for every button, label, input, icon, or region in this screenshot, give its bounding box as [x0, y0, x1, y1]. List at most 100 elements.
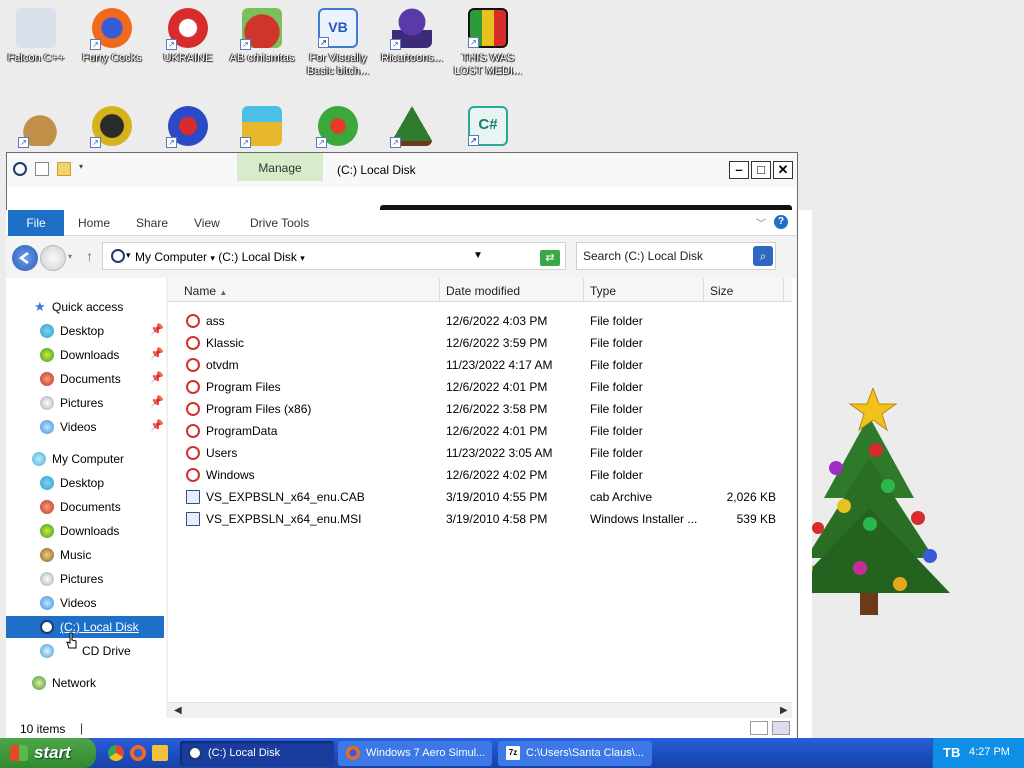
forward-button[interactable] — [40, 245, 66, 271]
back-arrow-icon — [18, 251, 29, 265]
desktop-icon-tree[interactable]: ↗ — [376, 106, 448, 150]
table-row[interactable]: ass 12/6/2022 4:03 PM File folder — [168, 310, 792, 332]
nav-pictures[interactable]: Pictures — [6, 568, 164, 590]
table-row[interactable]: Program Files 12/6/2022 4:01 PM File folde… — [168, 376, 792, 398]
folder-app-icon: ↗ — [240, 106, 282, 148]
tab-drive-tools[interactable]: Drive Tools — [250, 210, 309, 236]
table-row[interactable]: VS_EXPBSLN_x64_enu.MSI 3/19/2010 4:58 PM W… — [168, 508, 792, 530]
table-row[interactable]: Program Files (x86) 12/6/2022 3:58 PM File… — [168, 398, 792, 420]
nav-quick-access[interactable]: ★ Quick access — [6, 296, 164, 318]
local-disk-icon — [188, 746, 202, 760]
scroll-right-icon[interactable]: ▶ — [780, 705, 788, 716]
table-row[interactable]: otvdm 11/23/2022 4:17 AM File folder — [168, 354, 792, 376]
sort-up-icon: ▲ — [219, 288, 228, 297]
desktop-icon-goblin[interactable]: ↗ — [302, 106, 374, 150]
address-root-chevron[interactable]: ▾ — [126, 250, 131, 261]
nav-documents[interactable]: Documents — [6, 496, 164, 518]
nav-quick-videos[interactable]: Videos 📌 — [6, 416, 164, 438]
nav-videos[interactable]: Videos — [6, 592, 164, 614]
nav-downloads[interactable]: Downloads — [6, 520, 164, 542]
desktop-icon-two[interactable]: ↗ — [152, 106, 224, 150]
desktop-icon-cpp[interactable]: ↗ — [76, 106, 148, 150]
search-button[interactable]: ⌕ — [753, 246, 773, 266]
desktop-icon-vb[interactable]: VB ↗ For Visually Basic bitch... — [302, 8, 374, 78]
column-date[interactable]: Date modified — [440, 278, 584, 302]
computer-icon — [111, 249, 125, 263]
nav-quick-desktop[interactable]: Desktop 📌 — [6, 320, 164, 342]
number-two-icon: ↗ — [166, 106, 208, 148]
nav-quick-downloads[interactable]: Downloads 📌 — [6, 344, 164, 366]
nav-quick-documents[interactable]: Documents 📌 — [6, 368, 164, 390]
tab-view[interactable]: View — [194, 210, 220, 236]
desktop-icon-ricartoons[interactable]: ↗ Ricartoons... — [376, 8, 448, 65]
refresh-button[interactable]: ⇄ — [540, 250, 560, 266]
table-row[interactable]: Windows 12/6/2022 4:02 PM File folder — [168, 464, 792, 486]
address-dropdown-icon[interactable]: ▼ — [473, 250, 483, 261]
breadcrumb: My Computer ▾ (C:) Local Disk ▾ — [135, 250, 305, 264]
nav-local-disk[interactable]: (C:) Local Disk — [6, 616, 164, 638]
desktop-icon-ab[interactable]: ↗ AB crhismtas — [226, 8, 298, 65]
pin-icon: 📌 — [150, 324, 164, 336]
cell-type: cab Archive — [590, 490, 653, 504]
small-tree-icon: ↗ — [390, 106, 432, 148]
table-row[interactable]: VS_EXPBSLN_x64_enu.CAB 3/19/2010 4:55 PM c… — [168, 486, 792, 508]
taskbar-button-7zip[interactable]: 7z C:\Users\Santa Claus\... — [498, 741, 652, 766]
desktop-icon-furry[interactable]: ↗ Furry Cocks — [76, 8, 148, 65]
start-button[interactable]: start — [0, 738, 96, 768]
csharp-icon: C# ↗ — [468, 106, 508, 146]
desktop-icon-folderapp[interactable]: ↗ — [226, 106, 298, 150]
system-tray: TB 4:27 PM — [932, 738, 1024, 768]
breadcrumb-chevron[interactable]: ▾ — [300, 253, 305, 263]
tab-share[interactable]: Share — [136, 210, 168, 236]
taskbar-button-firefox[interactable]: Windows 7 Aero Simul... — [338, 741, 492, 766]
firefox-quicklaunch-icon[interactable] — [130, 745, 146, 761]
large-icons-view-icon[interactable] — [772, 721, 790, 735]
nav-my-computer[interactable]: My Computer — [6, 448, 164, 470]
nav-network[interactable]: Network — [6, 672, 164, 694]
chrome-icon[interactable] — [108, 745, 124, 761]
ribbon-expand-icon[interactable]: ﹀ — [756, 215, 766, 230]
table-row[interactable]: Klassic 12/6/2022 3:59 PM File folder — [168, 332, 792, 354]
clock[interactable]: 4:27 PM — [969, 746, 1010, 758]
desktop-icon-falcon[interactable]: Falcon C++ — [0, 8, 72, 65]
scroll-left-icon[interactable]: ◀ — [174, 705, 182, 716]
details-view-icon[interactable] — [750, 721, 768, 735]
table-row[interactable]: ProgramData 12/6/2022 4:01 PM File folder — [168, 420, 792, 442]
search-input[interactable] — [583, 244, 751, 268]
cd-drive-icon — [40, 644, 54, 658]
folder-icon — [186, 314, 200, 328]
taskbar-button-explorer[interactable]: (C:) Local Disk — [180, 741, 334, 766]
horizontal-scrollbar[interactable]: ◀ ▶ — [168, 702, 792, 718]
column-size[interactable]: Size — [704, 278, 784, 302]
desktop-icon-lostmedia[interactable]: ↗ THIS WAS LOST MEDI... — [452, 8, 524, 78]
folder-quicklaunch-icon[interactable] — [152, 745, 168, 761]
pin-icon: 📌 — [150, 420, 164, 432]
table-row[interactable]: Users 11/23/2022 3:05 AM File folder — [168, 442, 792, 464]
status-bar: 10 items | — [6, 718, 796, 738]
up-arrow-icon[interactable]: ↑ — [86, 248, 93, 264]
column-name[interactable]: Name ▲ — [178, 278, 440, 302]
tab-file[interactable]: File — [8, 210, 64, 236]
desktop-icon-csharp[interactable]: C# ↗ — [452, 106, 524, 150]
breadcrumb-local-disk[interactable]: (C:) Local Disk — [218, 250, 297, 264]
nav-music[interactable]: Music — [6, 544, 164, 566]
windows-logo-icon — [10, 745, 28, 761]
recent-locations-icon[interactable]: ▾ — [68, 252, 72, 261]
back-button[interactable] — [12, 245, 38, 271]
breadcrumb-chevron[interactable]: ▾ — [210, 253, 215, 263]
breadcrumb-my-computer[interactable]: My Computer — [135, 250, 207, 264]
status-divider: | — [80, 721, 84, 735]
nav-quick-pictures[interactable]: Pictures 📌 — [6, 392, 164, 414]
desktop-icon-ukraine[interactable]: ↗ UKRAINE — [152, 8, 224, 65]
desktop-icon-money[interactable]: ↗ — [4, 106, 76, 150]
help-icon[interactable]: ? — [774, 215, 788, 229]
cell-name: VS_EXPBSLN_x64_enu.CAB — [206, 490, 365, 504]
nav-desktop[interactable]: Desktop — [6, 472, 164, 494]
navigation-pane: ★ Quick access Desktop 📌 Downloads 📌 Doc… — [6, 278, 166, 718]
nav-cd-drive[interactable]: CD Drive — [6, 640, 164, 662]
folder-icon — [186, 424, 200, 438]
address-bar[interactable]: ▾ My Computer ▾ (C:) Local Disk ▾ ▼ — [102, 242, 566, 270]
tab-home[interactable]: Home — [78, 210, 110, 236]
tray-app-icon[interactable]: TB — [943, 745, 960, 760]
column-type[interactable]: Type — [584, 278, 704, 302]
